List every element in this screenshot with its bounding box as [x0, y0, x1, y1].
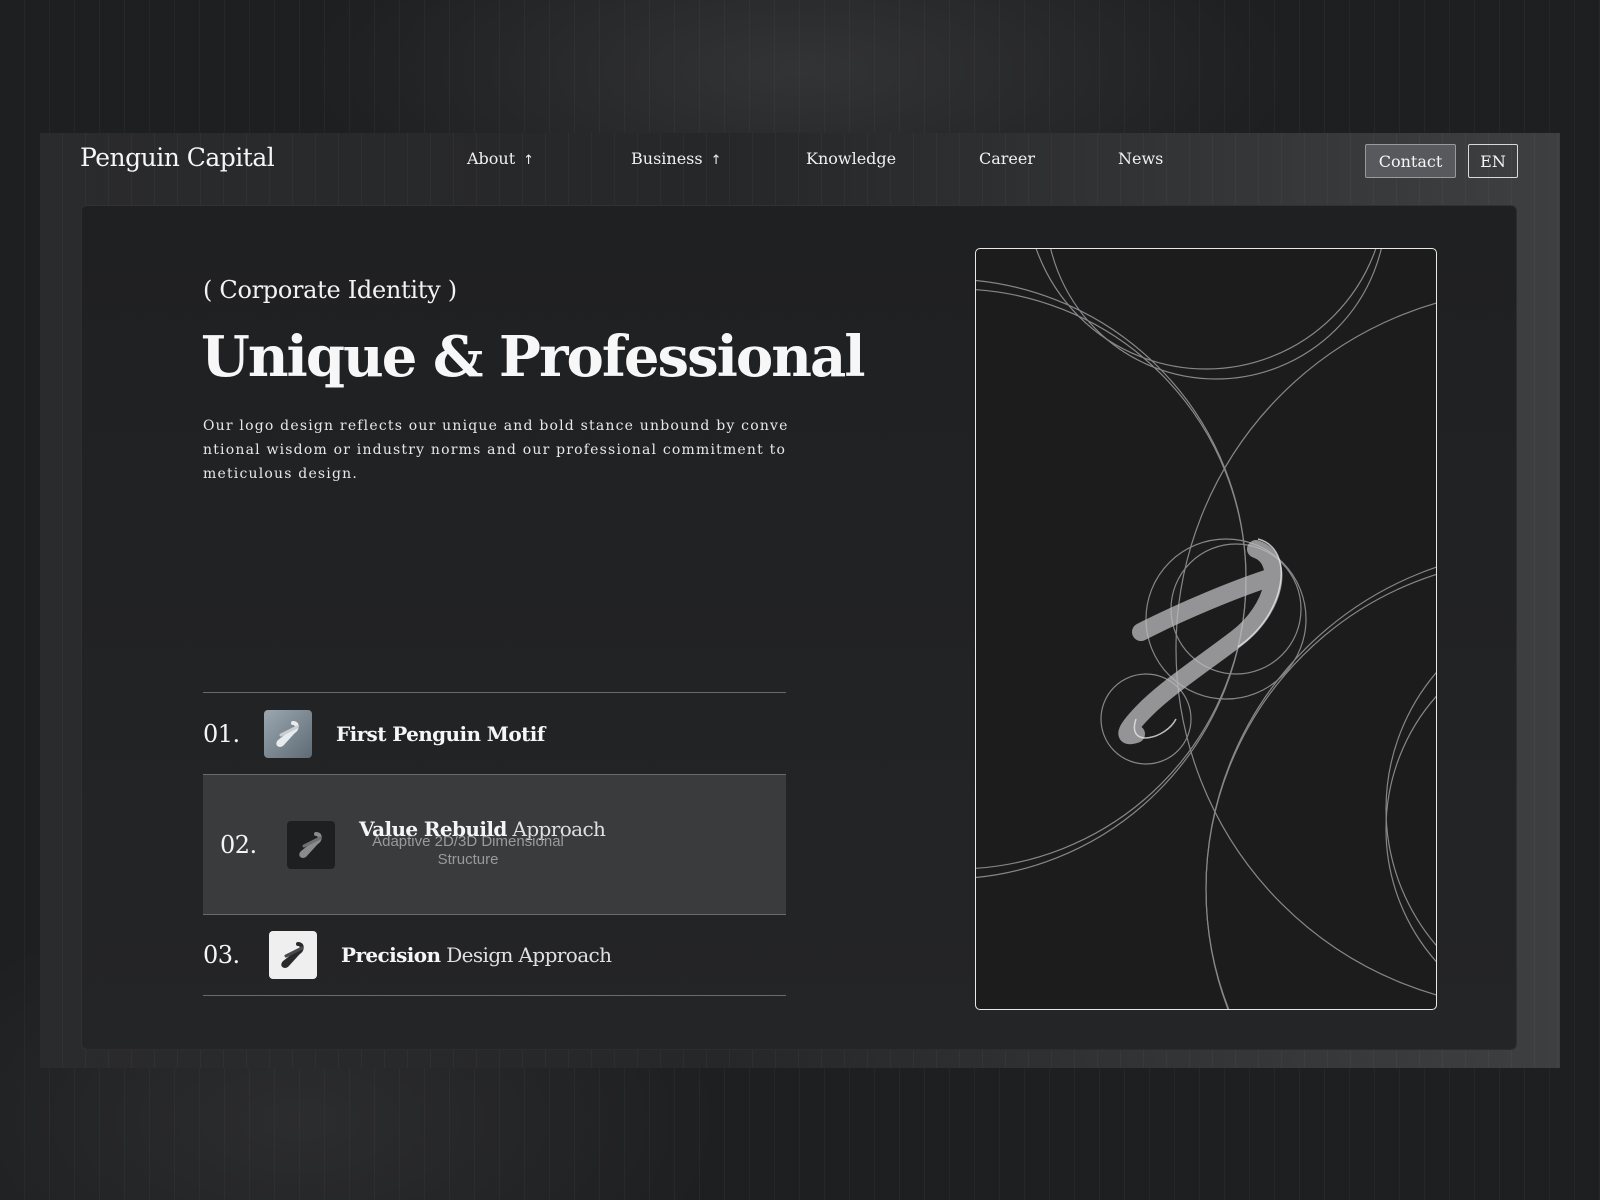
nav-item-label: About: [467, 149, 516, 168]
feature-subtitle: Adaptive 2D/3D Dimensional Structure: [372, 832, 564, 868]
nav-item-about[interactable]: About ↑: [467, 149, 534, 168]
feature-title-light: Design Approach: [446, 943, 612, 967]
feature-title-bold: Precision: [341, 943, 441, 967]
feature-title: Precision Design Approach: [341, 943, 612, 967]
arrow-up-icon: ↑: [710, 153, 722, 168]
penguin-logo-icon: [269, 931, 317, 979]
logo-construction-drawing: [976, 249, 1436, 1009]
penguin-logo-icon: [264, 709, 312, 758]
language-switch-button[interactable]: EN: [1468, 144, 1518, 178]
browser-frame: Penguin Capital About ↑ Business ↑ Knowled…: [40, 133, 1560, 1068]
top-navigation: Penguin Capital About ↑ Business ↑ Knowled…: [40, 133, 1560, 205]
page-title: Unique & Professional: [201, 324, 866, 390]
feature-title: First Penguin Motif: [336, 722, 545, 746]
contact-button[interactable]: Contact: [1365, 144, 1456, 178]
logo-construction-illustration: [975, 248, 1437, 1010]
arrow-up-icon: ↑: [523, 153, 535, 168]
feature-row-3[interactable]: 03. Precision Design Approach: [203, 914, 786, 996]
feature-text-stack: Value Rebuild Approach Adaptive 2D/3D Di…: [359, 815, 606, 875]
feature-title-bold: First Penguin Motif: [336, 721, 545, 746]
feature-number: 02.: [220, 830, 257, 859]
content-panel: ( Corporate Identity ) Unique & Professi…: [81, 205, 1517, 1050]
hero-description: Our logo design reflects our unique and …: [203, 418, 789, 482]
nav-item-label: Business: [631, 149, 703, 168]
penguin-logo-icon: [287, 820, 335, 869]
nav-item-news[interactable]: News: [1118, 149, 1163, 168]
feature-row-1[interactable]: 01. First Penguin Motif: [203, 692, 786, 774]
feature-row-2[interactable]: 02. Value Rebuild Approach Adaptive 2D/3…: [203, 774, 786, 914]
nav-item-career[interactable]: Career: [979, 149, 1035, 168]
nav-item-knowledge[interactable]: Knowledge: [806, 149, 896, 168]
feature-number: 01.: [203, 719, 240, 748]
feature-number: 03.: [203, 941, 240, 969]
brand-logo[interactable]: Penguin Capital: [80, 143, 275, 172]
feature-list: 01. First Penguin Motif 02. Value Rebuil…: [203, 692, 786, 996]
nav-item-business[interactable]: Business ↑: [631, 149, 722, 168]
section-eyebrow: ( Corporate Identity ): [203, 276, 457, 304]
